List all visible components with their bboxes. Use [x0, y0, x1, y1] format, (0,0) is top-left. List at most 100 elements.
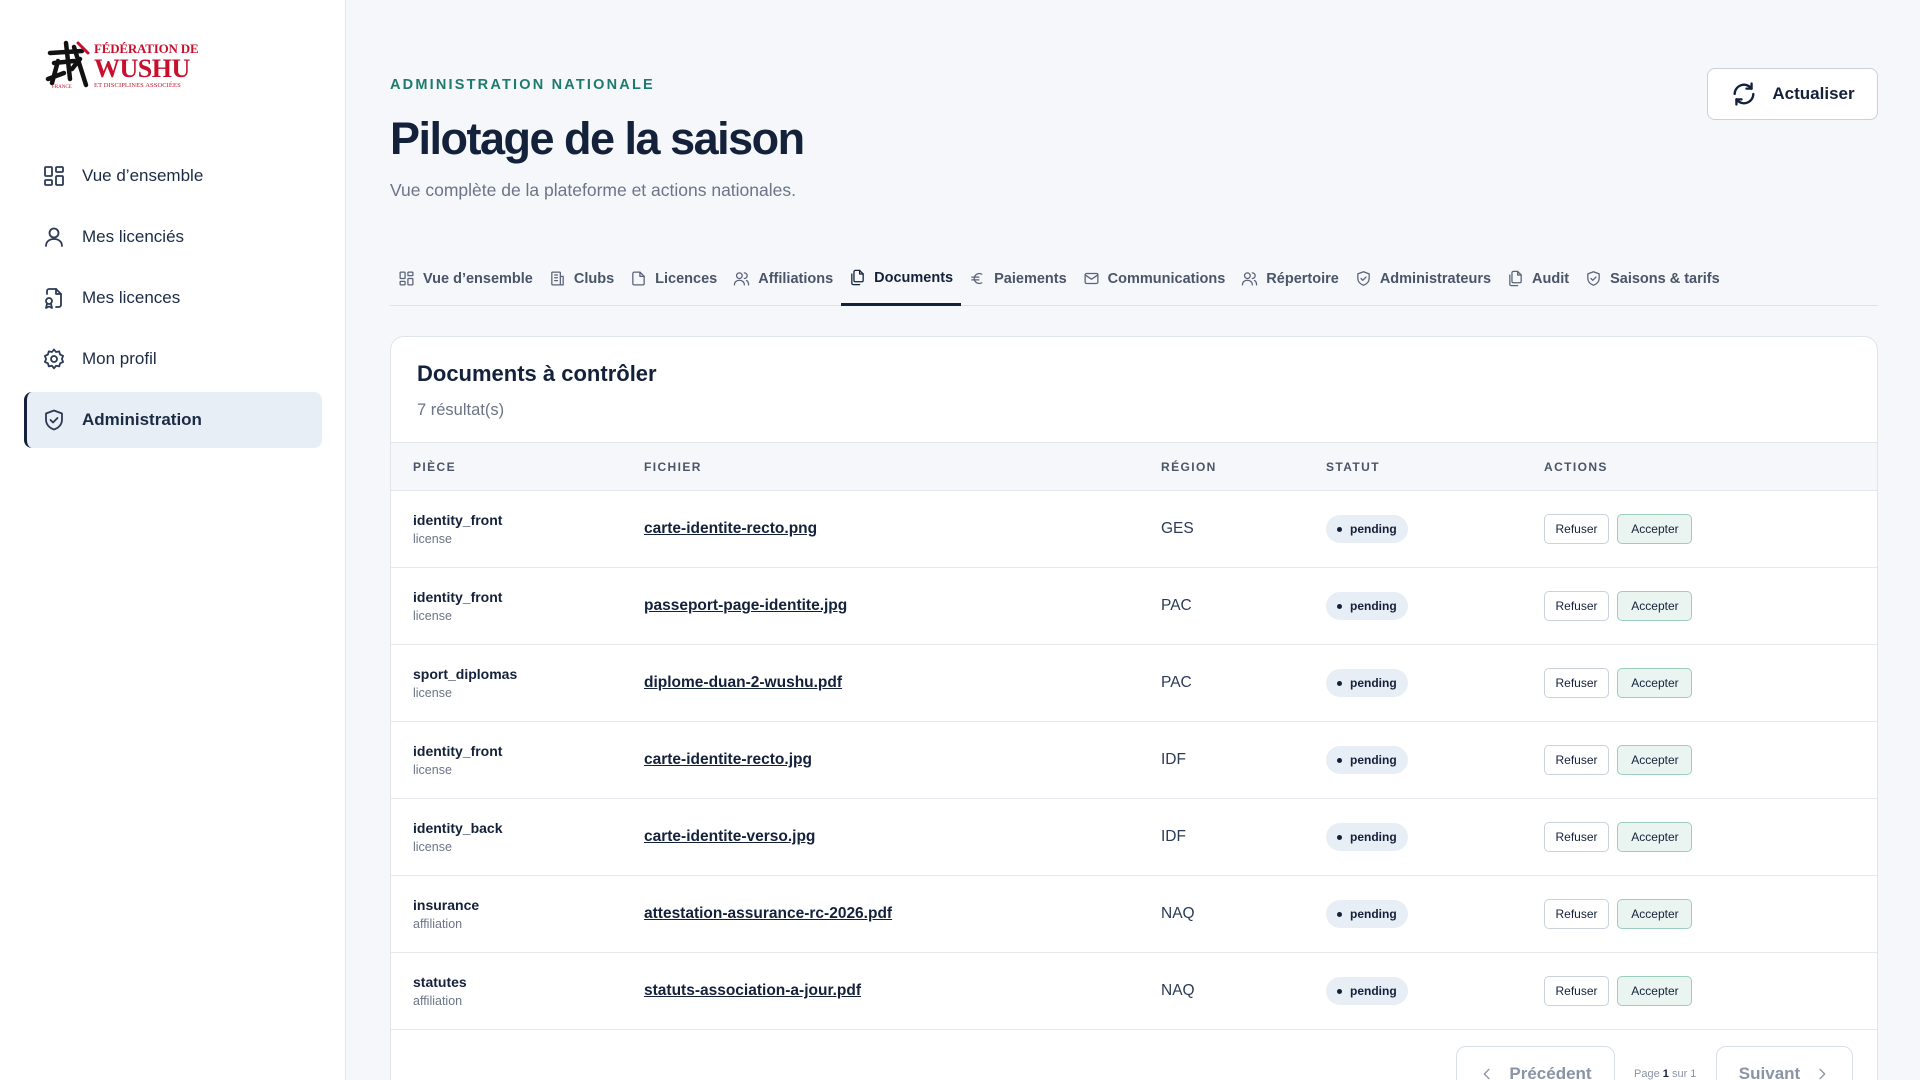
region-cell: PAC: [1161, 645, 1326, 722]
tab-administrators[interactable]: Administrateurs: [1347, 252, 1499, 305]
logo-text: FÉDÉRATION DE WUSHU ET DISCIPLINES ASSOC…: [94, 42, 199, 90]
federation-logo[interactable]: FRANCE FÉDÉRATION DE WUSHU ET DISCIPLINE…: [44, 38, 204, 94]
sidebar-item-label: Vue d’ensemble: [82, 166, 204, 185]
column-header-piece: PIÈCE: [413, 459, 457, 474]
refuse-button[interactable]: Refuser: [1544, 822, 1609, 852]
tab-label: Licences: [655, 270, 718, 287]
tab-clubs[interactable]: Clubs: [541, 252, 622, 305]
tab-directory[interactable]: Répertoire: [1233, 252, 1347, 305]
accept-button[interactable]: Accepter: [1617, 822, 1693, 852]
file-link[interactable]: carte-identite-recto.jpg: [644, 751, 812, 768]
table-row: identity_back license carte-identite-ver…: [391, 799, 1877, 876]
accept-button[interactable]: Accepter: [1617, 668, 1693, 698]
table-row: identity_front license carte-identite-re…: [391, 722, 1877, 799]
file-link[interactable]: passeport-page-identite.jpg: [644, 597, 847, 614]
piece-type: license: [413, 532, 452, 546]
refuse-button[interactable]: Refuser: [1544, 745, 1609, 775]
sidebar-item-administration[interactable]: Administration: [24, 392, 322, 448]
documents-icon: [851, 269, 864, 286]
logo-line-3: ET DISCIPLINES ASSOCIÉES: [94, 82, 181, 90]
file-link[interactable]: carte-identite-recto.png: [644, 520, 817, 537]
piece-name: identity_back: [413, 820, 503, 836]
sidebar: FRANCE FÉDÉRATION DE WUSHU ET DISCIPLINE…: [0, 0, 346, 1080]
refresh-button[interactable]: Actualiser: [1707, 68, 1878, 120]
status-cell: pending: [1326, 491, 1544, 568]
status-dot-icon: [1337, 757, 1342, 763]
status-cell: pending: [1326, 953, 1544, 1030]
main-content: ADMINISTRATION NATIONALE Pilotage de la …: [390, 0, 1878, 1080]
status-label: pending: [1350, 830, 1397, 844]
mail-icon: [1084, 272, 1099, 285]
tab-label: Communications: [1107, 270, 1226, 287]
file-cell: diplome-duan-2-wushu.pdf: [644, 645, 1161, 722]
sidebar-item-overview[interactable]: Vue d’ensemble: [24, 148, 322, 204]
tab-affiliations[interactable]: Affiliations: [725, 252, 841, 305]
actions-cell: Refuser Accepter: [1544, 645, 1877, 722]
region-cell: IDF: [1161, 722, 1326, 799]
actions-cell: Refuser Accepter: [1544, 568, 1877, 645]
tab-overview[interactable]: Vue d’ensemble: [390, 252, 541, 305]
sidebar-item-profile[interactable]: Mon profil: [24, 331, 322, 387]
accept-button[interactable]: Accepter: [1617, 976, 1693, 1006]
refuse-button[interactable]: Refuser: [1544, 899, 1609, 929]
sidebar-item-licenses[interactable]: Mes licences: [24, 270, 322, 326]
file-link[interactable]: statuts-association-a-jour.pdf: [644, 982, 861, 999]
piece-name: statutes: [413, 974, 467, 990]
status-badge: pending: [1326, 669, 1408, 697]
piece-name: insurance: [413, 897, 480, 913]
file-cell: statuts-association-a-jour.pdf: [644, 953, 1161, 1030]
file-cell: attestation-assurance-rc-2026.pdf: [644, 876, 1161, 953]
refuse-button[interactable]: Refuser: [1544, 514, 1609, 544]
piece-name: identity_front: [413, 743, 503, 759]
documents-table: PIÈCE FICHIER RÉGION STATUT ACTIONS iden…: [391, 442, 1877, 1030]
table-row: insurance affiliation attestation-assura…: [391, 876, 1877, 953]
next-page-button[interactable]: Suivant: [1716, 1046, 1853, 1080]
status-label: pending: [1350, 676, 1397, 690]
column-header-status: STATUT: [1326, 459, 1380, 474]
region-code: IDF: [1161, 828, 1186, 845]
status-cell: pending: [1326, 722, 1544, 799]
page-indicator: Page 1 sur 1: [1634, 1068, 1696, 1080]
page-current: 1: [1662, 1068, 1669, 1080]
region-cell: GES: [1161, 491, 1326, 568]
shield-icon: [1357, 271, 1370, 286]
refuse-button[interactable]: Refuser: [1544, 668, 1609, 698]
logo-line-2: WUSHU: [94, 54, 190, 84]
euro-icon: [971, 272, 983, 285]
tab-documents[interactable]: Documents: [841, 252, 962, 306]
tab-payments[interactable]: Paiements: [961, 252, 1075, 305]
status-label: pending: [1350, 599, 1397, 613]
accept-button[interactable]: Accepter: [1617, 591, 1693, 621]
file-link[interactable]: diplome-duan-2-wushu.pdf: [644, 674, 842, 691]
file-link[interactable]: carte-identite-verso.jpg: [644, 828, 815, 845]
chevron-right-icon: [1819, 1068, 1826, 1080]
tab-licenses[interactable]: Licences: [622, 252, 725, 305]
status-badge: pending: [1326, 515, 1408, 543]
actions-cell: Refuser Accepter: [1544, 491, 1877, 568]
accept-button[interactable]: Accepter: [1617, 514, 1693, 544]
previous-page-button[interactable]: Précédent: [1456, 1046, 1615, 1080]
shield-icon: [1587, 271, 1600, 286]
piece-type: license: [413, 840, 452, 854]
status-label: pending: [1350, 984, 1397, 998]
status-label: pending: [1350, 753, 1397, 767]
tab-label: Audit: [1532, 270, 1570, 287]
refuse-button[interactable]: Refuser: [1544, 591, 1609, 621]
tab-label: Paiements: [994, 270, 1067, 287]
refuse-button[interactable]: Refuser: [1544, 976, 1609, 1006]
table-row: identity_front license passeport-page-id…: [391, 568, 1877, 645]
wushu-emblem-icon: FRANCE: [44, 39, 92, 93]
gear-icon: [44, 348, 64, 370]
accept-button[interactable]: Accepter: [1617, 745, 1693, 775]
accept-button[interactable]: Accepter: [1617, 899, 1693, 929]
tab-audit[interactable]: Audit: [1499, 252, 1577, 305]
tab-communications[interactable]: Communications: [1075, 252, 1234, 305]
sidebar-item-label: Administration: [82, 410, 202, 429]
sidebar-item-licensees[interactable]: Mes licenciés: [24, 209, 322, 265]
actions-cell: Refuser Accepter: [1544, 722, 1877, 799]
file-link[interactable]: attestation-assurance-rc-2026.pdf: [644, 905, 892, 922]
column-header-region: RÉGION: [1161, 459, 1217, 474]
grid-icon: [44, 166, 64, 186]
tab-seasons-rates[interactable]: Saisons & tarifs: [1577, 252, 1728, 305]
status-badge: pending: [1326, 900, 1408, 928]
